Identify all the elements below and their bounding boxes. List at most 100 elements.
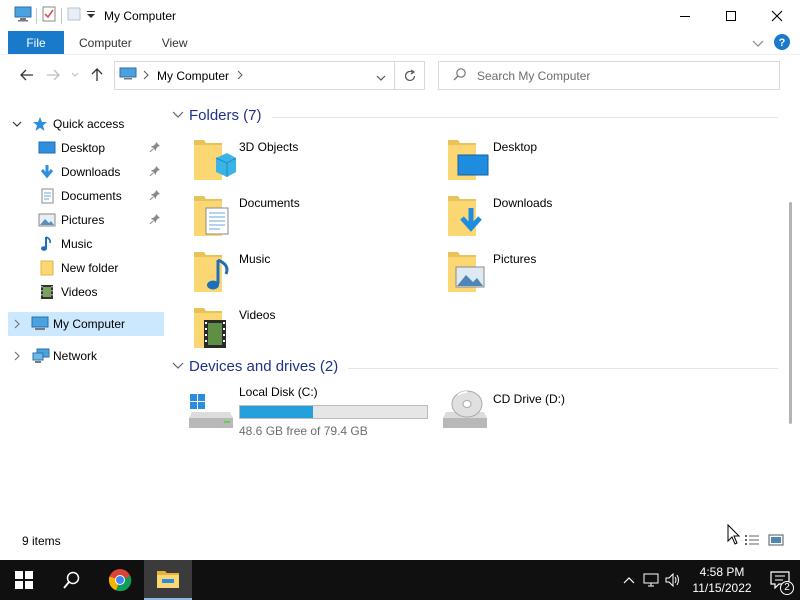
- folder-name: Music: [239, 252, 271, 266]
- drive-tile-d[interactable]: CD Drive (D:): [442, 384, 642, 444]
- volume-icon[interactable]: [662, 560, 684, 600]
- nav-label: Pictures: [61, 213, 105, 227]
- 3d-objects-icon: [192, 138, 237, 184]
- folder-tile[interactable]: Pictures: [446, 250, 666, 300]
- address-bar[interactable]: My Computer: [114, 61, 395, 90]
- network-status-icon[interactable]: [640, 560, 662, 600]
- network-icon: [32, 348, 50, 364]
- system-tray: 4:58 PM 11/15/2022 2: [618, 560, 800, 600]
- scrollbar-thumb[interactable]: [789, 202, 792, 424]
- quick-access-toolbar: [0, 0, 96, 31]
- minimize-button[interactable]: [662, 0, 708, 31]
- chevron-down-icon[interactable]: [752, 37, 764, 51]
- breadcrumb-separator-icon[interactable]: [237, 69, 243, 83]
- pin-icon[interactable]: [149, 189, 161, 204]
- nav-my-computer[interactable]: My Computer: [8, 312, 164, 336]
- new-folder-icon[interactable]: [66, 6, 82, 25]
- desktop-folder-icon: [446, 138, 490, 184]
- nav-quick-access[interactable]: Quick access: [0, 112, 164, 136]
- nav-label: Quick access: [53, 117, 125, 131]
- start-button[interactable]: [0, 560, 48, 600]
- taskbar-clock[interactable]: 4:58 PM 11/15/2022: [684, 564, 760, 596]
- search-button[interactable]: [48, 560, 96, 600]
- properties-icon[interactable]: [41, 6, 57, 25]
- folder-tile[interactable]: Desktop: [446, 138, 666, 188]
- nav-item-documents[interactable]: Documents: [0, 184, 164, 208]
- up-button[interactable]: [84, 62, 110, 88]
- file-explorer-taskbar-button[interactable]: [144, 560, 192, 600]
- search-input[interactable]: [477, 68, 767, 83]
- details-view-icon[interactable]: [744, 533, 760, 550]
- show-hidden-icons-icon[interactable]: [618, 560, 640, 600]
- item-count: 9 items: [22, 534, 61, 548]
- status-bar: 9 items: [0, 530, 800, 552]
- group-divider: [348, 368, 778, 369]
- chevron-down-icon[interactable]: [12, 118, 22, 132]
- drive-name: CD Drive (D:): [493, 392, 565, 406]
- group-title: Devices and drives (2): [189, 358, 339, 375]
- chrome-taskbar-button[interactable]: [96, 560, 144, 600]
- folders-group-header[interactable]: Folders (7): [172, 107, 778, 124]
- group-title: Folders (7): [189, 107, 262, 124]
- search-box[interactable]: [438, 61, 780, 90]
- disk-usage-bar: [239, 405, 428, 419]
- nav-item-new-folder[interactable]: New folder: [0, 256, 164, 280]
- nav-item-videos[interactable]: Videos: [0, 280, 164, 304]
- folder-tile[interactable]: Documents: [192, 194, 412, 244]
- computer-icon: [14, 6, 32, 25]
- drive-tile-c[interactable]: Local Disk (C:) 48.6 GB free of 79.4 GB: [188, 384, 438, 444]
- close-button[interactable]: [754, 0, 800, 31]
- large-icons-view-icon[interactable]: [768, 533, 784, 550]
- toolbar-separator: [36, 7, 37, 24]
- navigation-pane: Quick access Desktop Downloads Documents: [0, 106, 166, 526]
- clock-date: 11/15/2022: [692, 581, 752, 595]
- folder-tile[interactable]: 3D Objects: [192, 138, 412, 188]
- mouse-cursor-icon: [727, 523, 741, 549]
- nav-label: Desktop: [61, 141, 106, 155]
- chevron-down-icon[interactable]: [172, 107, 184, 124]
- customize-toolbar-icon[interactable]: [86, 9, 96, 23]
- chevron-right-icon[interactable]: [12, 318, 22, 332]
- pin-icon[interactable]: [149, 141, 161, 156]
- nav-item-music[interactable]: Music: [0, 232, 164, 256]
- help-icon[interactable]: ?: [774, 34, 790, 53]
- computer-icon: [119, 67, 137, 84]
- nav-item-downloads[interactable]: Downloads: [0, 160, 164, 184]
- title-bar: My Computer: [0, 0, 800, 31]
- toolbar-separator: [61, 7, 62, 24]
- computer-icon: [31, 316, 49, 332]
- content-pane: Folders (7) 3D Objects Desktop Documents…: [166, 100, 780, 530]
- forward-button[interactable]: [40, 62, 66, 88]
- maximize-button[interactable]: [708, 0, 754, 31]
- nav-item-desktop[interactable]: Desktop: [0, 136, 164, 160]
- nav-network[interactable]: Network: [0, 344, 164, 368]
- nav-item-pictures[interactable]: Pictures: [0, 208, 164, 232]
- folder-tile[interactable]: Videos: [192, 306, 412, 356]
- local-disk-icon: [188, 390, 234, 433]
- breadcrumb[interactable]: My Computer: [157, 69, 229, 83]
- tab-computer[interactable]: Computer: [64, 31, 147, 54]
- music-folder-icon: [192, 250, 236, 296]
- folder-tile[interactable]: Music: [192, 250, 412, 300]
- downloads-icon: [38, 164, 56, 180]
- breadcrumb-separator-icon[interactable]: [143, 69, 149, 83]
- nav-label: Downloads: [61, 165, 121, 179]
- videos-icon: [38, 284, 56, 300]
- pin-icon[interactable]: [149, 213, 161, 228]
- notification-count-badge: 2: [780, 581, 794, 595]
- chevron-right-icon[interactable]: [12, 350, 22, 364]
- drives-group-header[interactable]: Devices and drives (2): [172, 358, 778, 375]
- tab-view[interactable]: View: [147, 31, 203, 54]
- back-button[interactable]: [14, 62, 40, 88]
- folder-tile[interactable]: Downloads: [446, 194, 666, 244]
- vertical-scrollbar[interactable]: [783, 94, 800, 534]
- tab-file[interactable]: File: [8, 31, 64, 54]
- refresh-button[interactable]: [395, 61, 425, 90]
- recent-locations-icon[interactable]: [66, 62, 84, 88]
- pin-icon[interactable]: [149, 165, 161, 180]
- nav-label: New folder: [61, 261, 119, 275]
- address-dropdown-icon[interactable]: [376, 71, 386, 85]
- notifications-button[interactable]: 2: [760, 560, 800, 600]
- nav-label: Music: [61, 237, 93, 251]
- chevron-down-icon[interactable]: [172, 358, 184, 375]
